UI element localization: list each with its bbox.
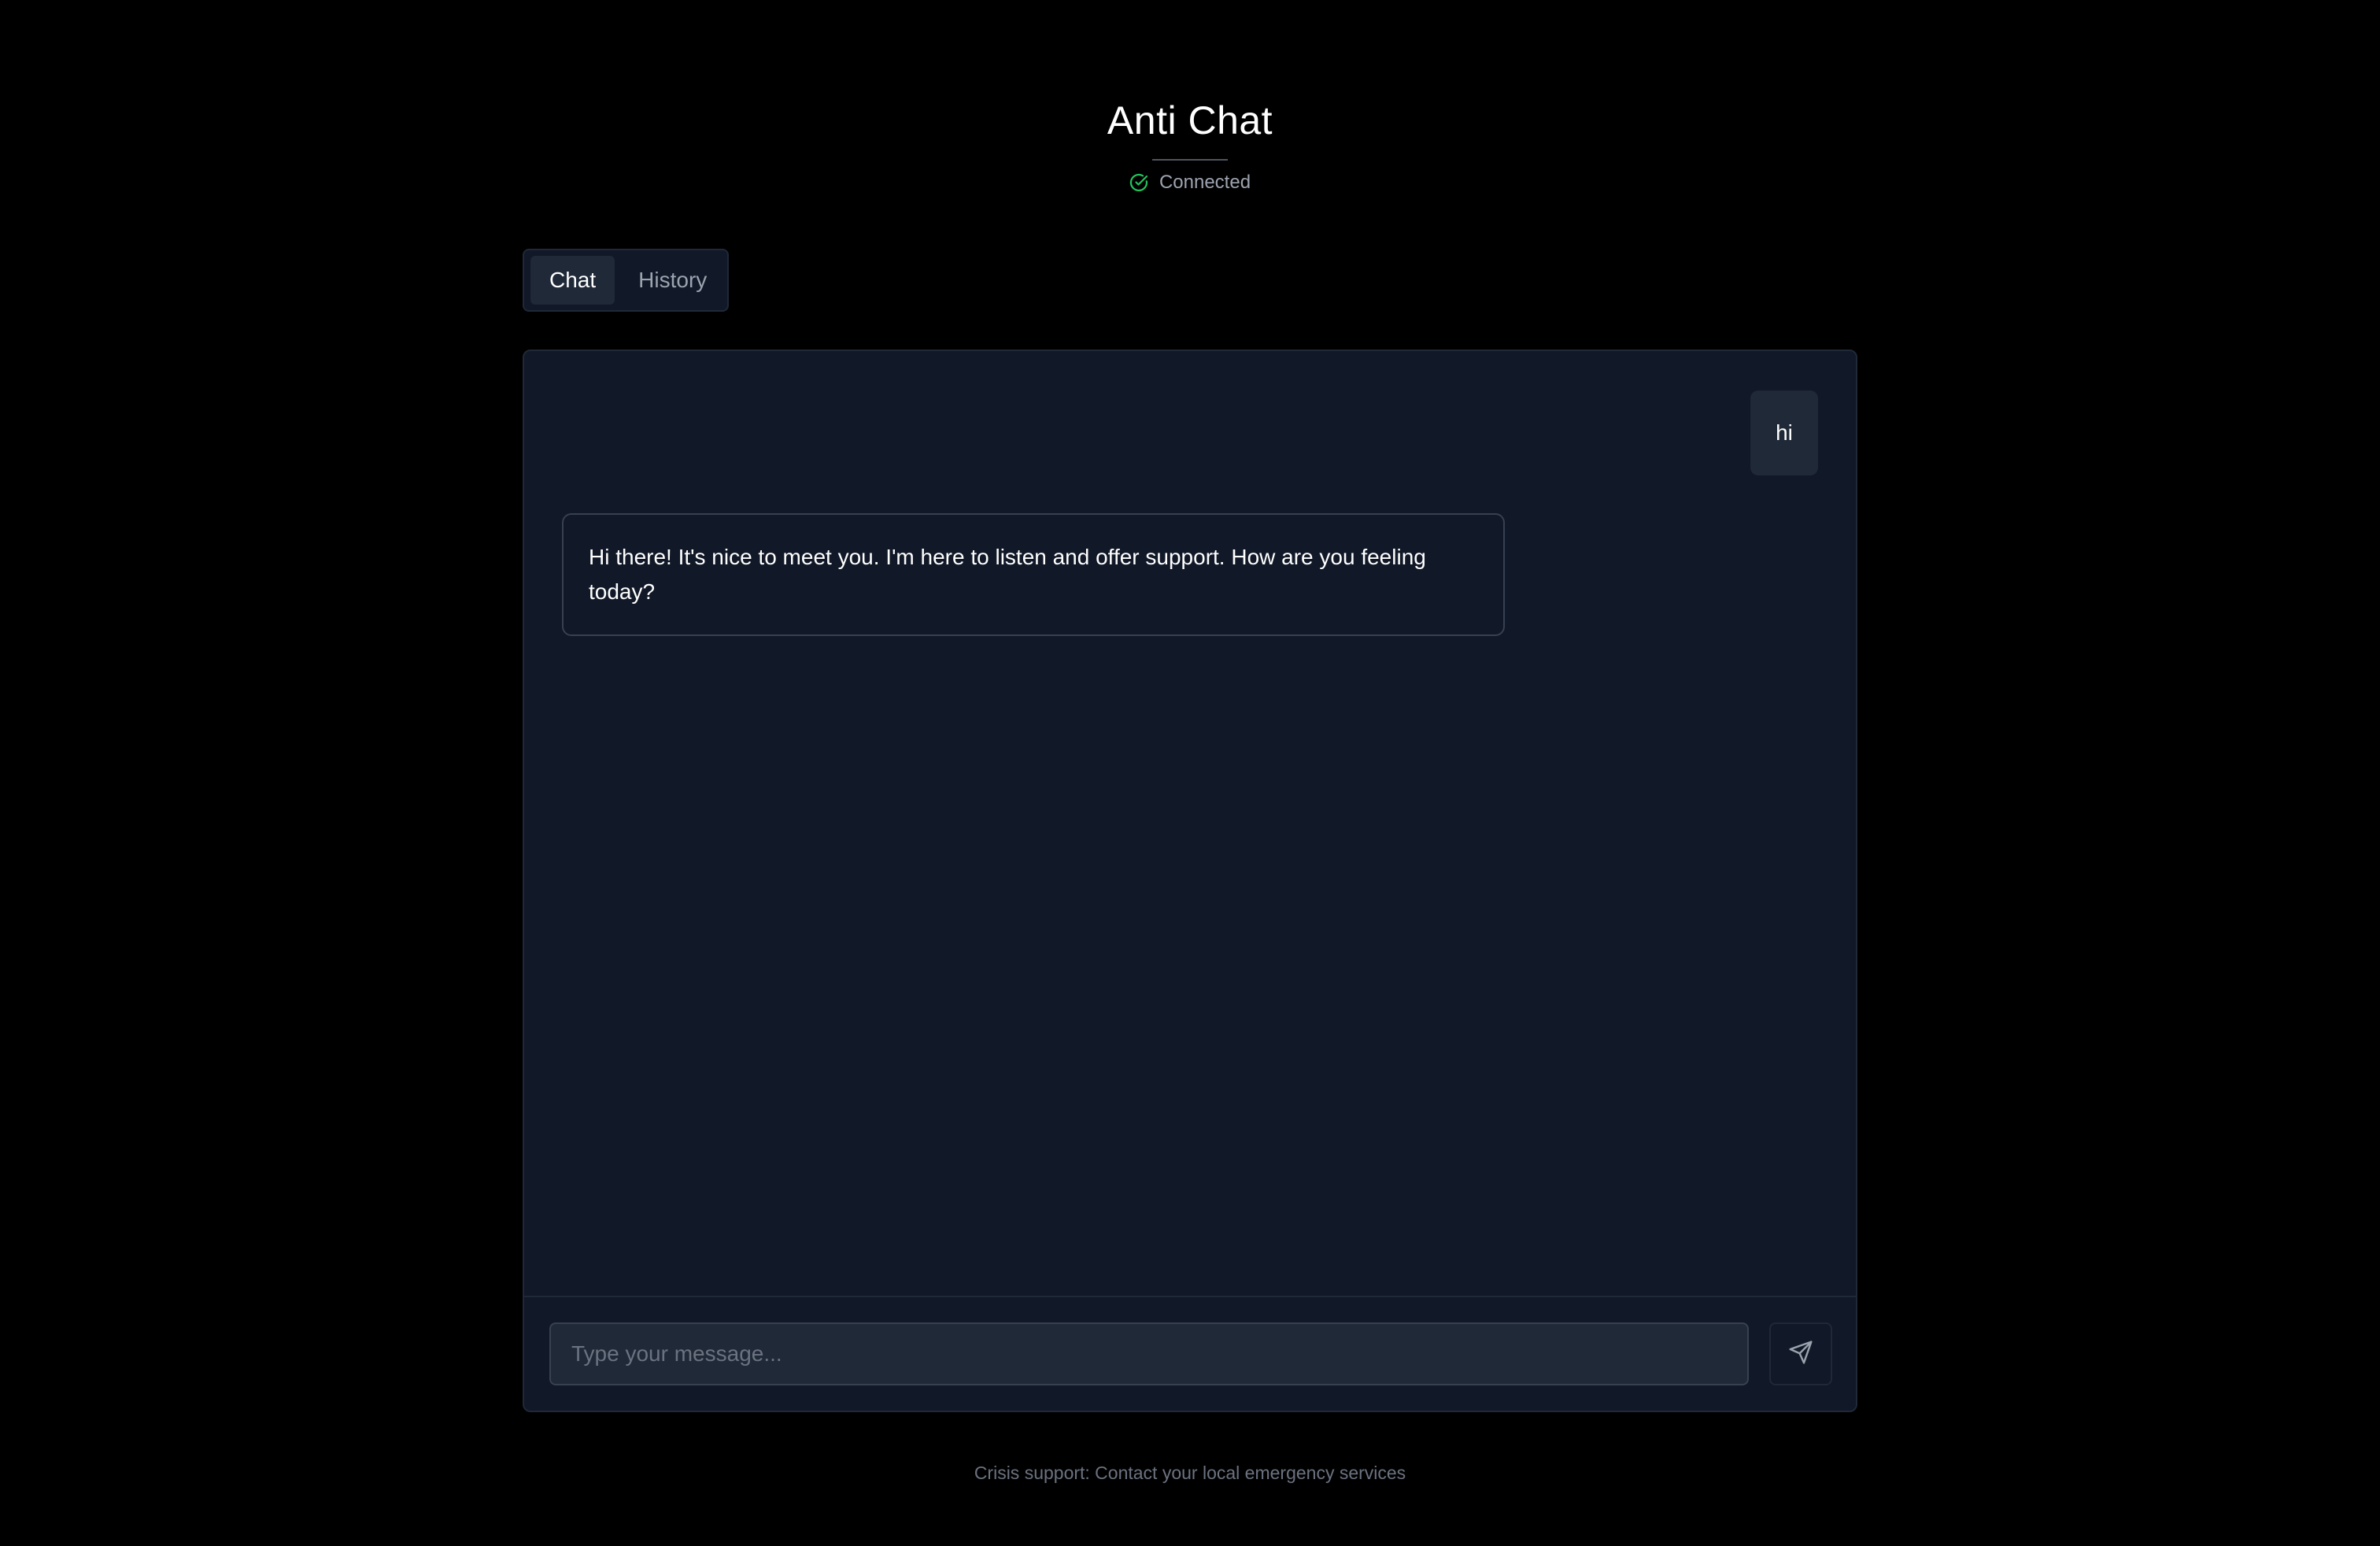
send-icon [1788, 1340, 1813, 1369]
send-button[interactable] [1769, 1322, 1832, 1385]
tab-chat[interactable]: Chat [530, 256, 615, 305]
tab-bar: Chat History [523, 249, 729, 312]
status-label: Connected [1159, 172, 1251, 193]
composer [524, 1296, 1856, 1411]
header: Anti Chat Connected [0, 93, 2380, 194]
connection-status: Connected [0, 172, 2380, 194]
chat-panel: hi Hi there! It's nice to meet you. I'm … [523, 350, 1857, 1412]
crisis-support-footer: Crisis support: Contact your local emerg… [974, 1463, 1406, 1483]
title-divider [1152, 159, 1228, 161]
assistant-message: Hi there! It's nice to meet you. I'm her… [562, 513, 1505, 636]
message-list[interactable]: hi Hi there! It's nice to meet you. I'm … [524, 351, 1856, 1296]
app-page: Anti Chat Connected Chat History hi Hi t… [0, 0, 2380, 1546]
message-input[interactable] [549, 1322, 1749, 1385]
check-circle-icon [1129, 173, 1148, 192]
user-message: hi [1750, 390, 1818, 475]
app-title: Anti Chat [1107, 98, 1273, 142]
tab-history[interactable]: History [619, 256, 726, 305]
